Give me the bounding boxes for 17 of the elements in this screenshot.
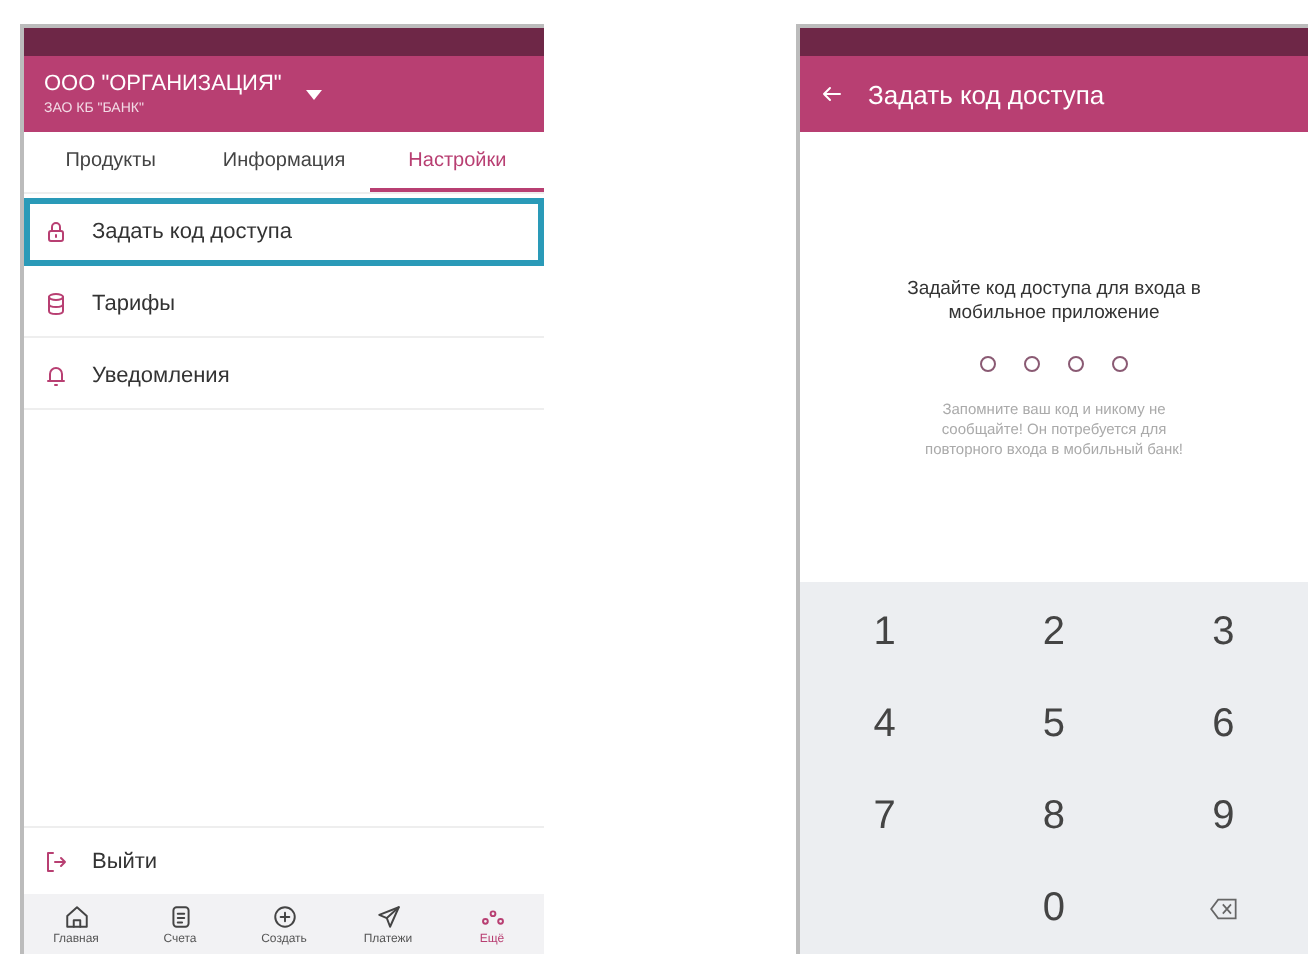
digit-key[interactable]: 2 xyxy=(969,586,1139,678)
digit-key[interactable]: 4 xyxy=(800,678,970,770)
tab[interactable]: Настройки xyxy=(370,132,545,192)
digit-key[interactable]: 1 xyxy=(800,586,970,678)
tab[interactable]: Продукты xyxy=(24,132,198,192)
menu-item[interactable]: Задать код доступа xyxy=(24,198,544,266)
digit-key[interactable]: 9 xyxy=(1138,770,1308,862)
digit-key[interactable]: 5 xyxy=(969,678,1139,770)
organization-name: ООО "ОРГАНИЗАЦИЯ" xyxy=(44,72,282,96)
digit-key[interactable]: 6 xyxy=(1138,678,1308,770)
screen-title: Задать код доступа xyxy=(868,79,1105,109)
tab[interactable]: Информация xyxy=(197,132,371,192)
digit-key[interactable]: 0 xyxy=(969,862,1139,954)
digit-key[interactable]: 3 xyxy=(1138,586,1308,678)
prompt-text: Задайте код доступа для входа в мобильное приложение xyxy=(905,278,1203,328)
digit-key[interactable]: 7 xyxy=(800,770,970,862)
digit-key[interactable]: 8 xyxy=(969,770,1139,862)
